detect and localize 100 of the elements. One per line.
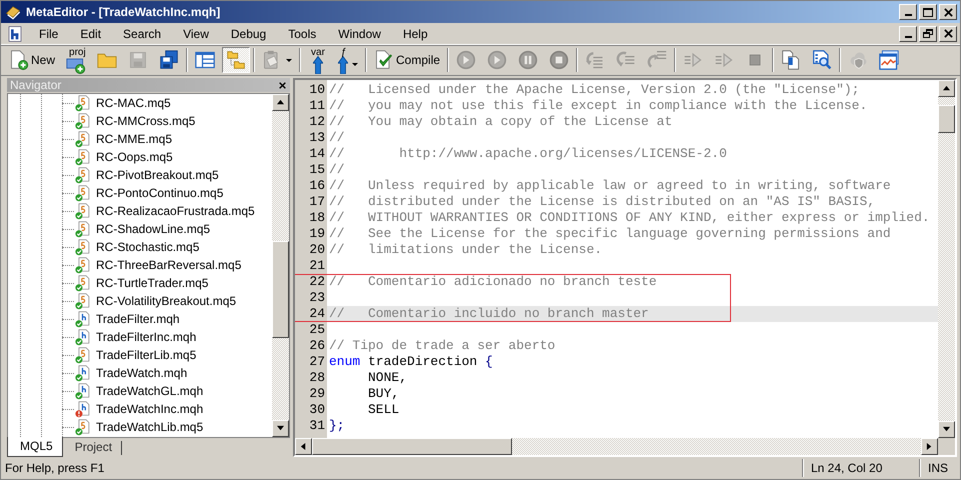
menu-item[interactable]: File bbox=[31, 24, 66, 42]
variable-button[interactable]: var bbox=[304, 47, 332, 73]
scroll-down-button[interactable] bbox=[272, 420, 289, 437]
floppies-icon bbox=[159, 50, 180, 70]
scroll-thumb[interactable] bbox=[312, 438, 512, 455]
file-tree-item[interactable]: TradeWatch.mqh bbox=[8, 364, 272, 382]
minimize-button[interactable] bbox=[899, 26, 917, 42]
file-tree-item[interactable]: TradeFilterInc.mqh bbox=[8, 328, 272, 346]
file-tree-item[interactable]: RC-Stochastic.mq5 bbox=[8, 238, 272, 256]
copy-documents-icon bbox=[781, 50, 802, 70]
close-icon bbox=[944, 8, 952, 16]
scroll-left-button[interactable] bbox=[295, 438, 312, 455]
line-number: 27 bbox=[308, 354, 326, 370]
line-number: 17 bbox=[308, 194, 326, 210]
scroll-thumb[interactable] bbox=[938, 105, 955, 133]
compile-button[interactable]: Compile bbox=[370, 47, 444, 73]
maximize-icon bbox=[923, 8, 933, 16]
scroll-down-button[interactable] bbox=[938, 421, 955, 438]
line-number: 24 bbox=[308, 306, 326, 322]
file-tree-item[interactable]: RC-MME.mq5 bbox=[8, 130, 272, 148]
navigator-button[interactable] bbox=[222, 47, 250, 73]
floppy-icon bbox=[128, 50, 148, 70]
new-file-icon bbox=[9, 50, 29, 70]
status-text: For Help, press F1 bbox=[5, 461, 106, 475]
scroll-up-button[interactable] bbox=[272, 94, 289, 111]
minimize-icon bbox=[904, 14, 912, 16]
panel-tab[interactable]: MQL5 bbox=[7, 437, 63, 457]
line-number: 19 bbox=[308, 226, 326, 242]
scroll-up-button[interactable] bbox=[938, 80, 955, 97]
new-button[interactable]: New bbox=[5, 47, 60, 73]
arrow-right-icon bbox=[926, 443, 933, 450]
panel-title: Navigator bbox=[9, 78, 62, 92]
code-line: SELL bbox=[367, 402, 400, 418]
arrow-down-icon bbox=[943, 426, 950, 433]
line-number: 21 bbox=[308, 258, 326, 274]
line-number: 30 bbox=[308, 402, 326, 418]
file-tree-item[interactable]: RC-PivotBreakout.mq5 bbox=[8, 166, 272, 184]
menu-item[interactable]: Debug bbox=[222, 24, 274, 42]
file-tree-item[interactable]: TradeWatchInc.mqh bbox=[8, 400, 272, 418]
file-tree-item[interactable]: RC-MMCross.mq5 bbox=[8, 112, 272, 130]
close-button[interactable] bbox=[939, 4, 957, 20]
step-out-icon bbox=[647, 50, 668, 70]
line-number: 13 bbox=[308, 130, 326, 146]
play-circle-icon bbox=[456, 50, 476, 70]
file-tree-item[interactable]: RC-PontoContinuo.mq5 bbox=[8, 184, 272, 202]
file-tree-item[interactable]: TradeWatchGL.mqh bbox=[8, 382, 272, 400]
code-line: // http://www.apache.org/licenses/LICENSE-2.0 bbox=[328, 146, 727, 162]
file-tree-item[interactable]: RC-TurtleTrader.mq5 bbox=[8, 274, 272, 292]
minimize-icon bbox=[904, 36, 912, 38]
menu-item[interactable]: Edit bbox=[72, 24, 110, 42]
stop-circle-icon bbox=[549, 50, 570, 70]
restore-button[interactable] bbox=[919, 26, 937, 42]
code-line: // See the License for the specific language governing permissions and bbox=[328, 226, 891, 242]
close-button[interactable] bbox=[939, 26, 957, 42]
file-tree-item[interactable]: RC-MAC.mq5 bbox=[8, 94, 272, 112]
cursor-position: Ln 24, Col 20 bbox=[802, 459, 919, 477]
document-icon bbox=[7, 24, 23, 42]
menu-item[interactable]: Window bbox=[330, 24, 389, 42]
file-tree-item[interactable]: TradeFilterLib.mq5 bbox=[8, 346, 272, 364]
arrow-icon bbox=[312, 54, 323, 74]
scroll-thumb[interactable] bbox=[272, 241, 289, 338]
menu-item[interactable]: Tools bbox=[280, 24, 324, 42]
line-number: 12 bbox=[308, 114, 326, 130]
code-line: NONE, bbox=[367, 370, 408, 386]
file-tree-item[interactable]: TradeFilter.mqh bbox=[8, 310, 272, 328]
line-number: 18 bbox=[308, 210, 326, 226]
window-title: MetaEditor - [TradeWatchInc.mqh] bbox=[26, 5, 222, 19]
line-number: 22 bbox=[308, 274, 326, 290]
maximize-button[interactable] bbox=[919, 4, 937, 20]
file-tree-item[interactable]: RC-ThreeBarReversal.mq5 bbox=[8, 256, 272, 274]
scroll-right-button[interactable] bbox=[921, 438, 938, 455]
menu-item[interactable]: View bbox=[175, 24, 217, 42]
file-tree-item[interactable]: RC-ShadowLine.mq5 bbox=[8, 220, 272, 238]
line-number: 16 bbox=[308, 178, 326, 194]
arrow-down-icon bbox=[277, 425, 284, 432]
menu-item[interactable]: Help bbox=[394, 24, 436, 42]
file-tree-item[interactable]: RC-VolatilityBreakout.mq5 bbox=[8, 292, 272, 310]
line-number: 29 bbox=[308, 386, 326, 402]
code-line: // Licensed under the Apache License, Version 2.0 (the "License"); bbox=[328, 82, 860, 98]
arrow-up-icon bbox=[277, 99, 284, 106]
file-tree-item[interactable]: RC-RealizacaoFrustrada.mq5 bbox=[8, 202, 272, 220]
book-icon bbox=[5, 4, 21, 20]
minimize-button[interactable] bbox=[899, 4, 917, 20]
insert-mode: INS bbox=[918, 459, 956, 477]
panel-tab[interactable]: Project bbox=[62, 438, 122, 457]
line-number: 28 bbox=[308, 370, 326, 386]
cloud-shield-icon bbox=[848, 50, 868, 70]
restore-icon bbox=[923, 29, 933, 38]
menu-item[interactable]: Search bbox=[115, 24, 170, 42]
line-number: 10 bbox=[308, 82, 326, 98]
function-button[interactable]: ƒ bbox=[334, 47, 362, 73]
document-search-icon bbox=[812, 50, 832, 70]
code-line: // You may obtain a copy of the License at bbox=[328, 114, 672, 130]
code-line: // you may not use this file except in compliance with the License. bbox=[328, 98, 868, 114]
line-number: 31 bbox=[308, 418, 326, 434]
file-tree-item[interactable]: TradeWatchLib.mq5 bbox=[8, 418, 272, 436]
check-document-icon bbox=[374, 50, 394, 70]
new-project-button[interactable]: proj bbox=[62, 47, 90, 73]
code-line: // distributed under the License is distributed on an "AS IS" BASIS, bbox=[328, 194, 876, 210]
file-tree-item[interactable]: RC-Oops.mq5 bbox=[8, 148, 272, 166]
